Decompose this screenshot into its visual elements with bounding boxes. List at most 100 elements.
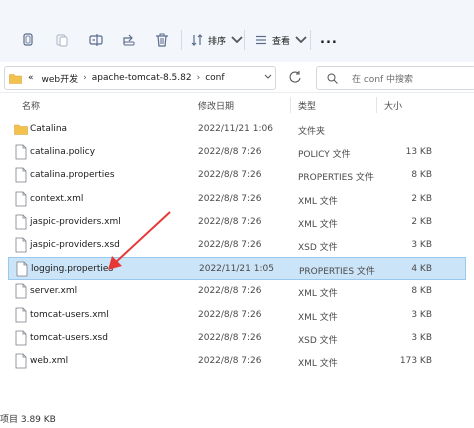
file-name: tomcat-users.xml [30,309,109,320]
file-size: 3 KB [411,240,432,250]
share-icon[interactable] [121,32,137,48]
file-icon [15,144,27,160]
column-type-header[interactable]: 类型 [298,99,316,112]
file-name: Catalina [30,124,68,134]
file-name: catalina.policy [30,147,96,158]
search-placeholder: 在 conf 中搜索 [352,74,414,85]
file-row[interactable]: tomcat-users.xml 2022/8/8 7:26 XML 文件 3 KB [8,304,466,327]
rename-icon[interactable] [88,32,104,48]
file-type: POLICY 文件 [298,150,351,161]
file-size: 13 KB [405,147,432,158]
sort-icon [191,34,203,46]
view-icon [256,35,266,45]
file-icon [15,237,27,253]
column-modified-header[interactable]: 修改日期 [198,99,234,112]
more-label: ... [320,31,338,47]
file-name: tomcat-users.xsd [30,332,108,343]
file-name: catalina.properties [30,170,115,181]
column-name-header[interactable]: 名称 [22,99,40,112]
file-size: 3 KB [411,332,432,343]
file-row[interactable]: context.xml 2022/8/8 7:26 XML 文件 2 KB [8,188,466,211]
breadcrumb-web-dev[interactable]: web开发 [38,72,83,85]
sort-label: 排序 [208,36,227,47]
file-size: 3 KB [411,309,432,320]
more-button[interactable]: ... [320,30,338,48]
file-size: 4 KB [411,264,432,275]
file-type: XML 文件 [298,289,338,300]
refresh-icon[interactable] [288,70,302,84]
file-size: 8 KB [411,170,432,181]
file-modified: 2022/8/8 7:26 [198,240,262,250]
file-row[interactable]: catalina.policy 2022/8/8 7:26 POLICY 文件 13 … [8,141,466,164]
file-icon [15,283,27,299]
search-icon [327,73,338,84]
address-bar[interactable]: « web开发 › apache-tomcat-8.5.82 › conf [4,66,276,90]
paste-icon[interactable] [54,32,70,48]
file-icon [15,214,27,230]
file-row[interactable]: server.xml 2022/8/8 7:26 XML 文件 8 KB [8,280,466,303]
folder-icon [9,73,22,84]
file-modified: 2022/8/8 7:26 [198,147,262,158]
delete-icon[interactable] [154,32,170,48]
view-label: 查看 [272,36,291,47]
file-size: 2 KB [411,216,432,227]
file-type: XML 文件 [298,219,338,230]
file-type: XSD 文件 [298,335,338,346]
file-row[interactable]: catalina.properties 2022/8/8 7:26 PROPERTI… [8,164,466,187]
file-modified: 2022/8/8 7:26 [198,170,262,181]
file-name: server.xml [30,286,78,297]
file-modified: 2022/8/8 7:26 [198,193,262,204]
file-row[interactable]: jaspic-providers.xsd 2022/8/8 7:26 XSD 文件 3… [8,234,466,257]
file-row[interactable]: logging.properties 2022/11/21 1:05 PROPERT… [8,257,466,281]
file-icon [15,191,27,206]
file-size: 2 KB [411,193,432,204]
toolbar-separator [181,30,182,50]
folder-icon [14,124,28,135]
file-modified: 2022/8/8 7:26 [198,286,262,297]
view-button[interactable]: 查看 [254,31,308,49]
file-row[interactable]: Catalina 2022/11/21 1:06 文件夹 [8,118,466,141]
status-bar: 项目 3.89 KB [0,415,56,425]
address-history-chevron-icon[interactable] [264,74,272,80]
file-modified: 2022/11/21 1:06 [198,124,273,134]
file-type: XML 文件 [298,196,338,207]
address-overflow[interactable]: « [22,73,38,83]
file-row[interactable]: tomcat-users.xsd 2022/8/8 7:26 XSD 文件 3 KB [8,327,466,350]
sort-button[interactable]: 排序 [190,31,244,49]
file-name: jaspic-providers.xsd [30,240,120,250]
file-type: PROPERTIES 文件 [298,173,374,184]
file-type: XML 文件 [298,312,338,323]
file-type: XML 文件 [298,359,338,369]
file-modified: 2022/11/21 1:05 [199,264,274,275]
file-name: jaspic-providers.xml [30,216,121,227]
file-type: 文件夹 [298,127,326,137]
file-modified: 2022/8/8 7:26 [198,216,262,227]
column-divider[interactable] [376,97,377,113]
file-modified: 2022/8/8 7:26 [198,356,262,366]
file-name: logging.properties [31,264,114,275]
file-type: XSD 文件 [298,243,338,253]
breadcrumb-conf[interactable]: conf [201,73,228,83]
file-size: 173 KB [399,356,432,366]
toolbar-separator [244,30,245,50]
file-icon [15,330,27,346]
file-icon [15,353,27,369]
file-name: context.xml [30,193,84,204]
file-row[interactable]: jaspic-providers.xml 2022/8/8 7:26 XML 文件 2… [8,211,466,234]
file-icon [15,307,27,322]
file-name: web.xml [30,356,69,366]
file-modified: 2022/8/8 7:26 [198,332,262,343]
copy-icon[interactable] [20,32,36,48]
search-input[interactable]: 在 conf 中搜索 [316,66,474,90]
file-type: PROPERTIES 文件 [299,267,375,278]
column-divider[interactable] [290,97,291,113]
column-header-row: 名称 修改日期 类型 大小 [0,97,474,113]
column-size-header[interactable]: 大小 [384,99,402,112]
file-size: 8 KB [411,286,432,297]
file-icon [16,261,28,277]
toolbar-separator [310,30,311,50]
command-bar: 排序 查看 ... [0,0,474,63]
breadcrumb-tomcat[interactable]: apache-tomcat-8.5.82 [88,73,196,83]
file-row[interactable]: web.xml 2022/8/8 7:26 XML 文件 173 KB [8,350,466,373]
file-icon [15,167,27,183]
